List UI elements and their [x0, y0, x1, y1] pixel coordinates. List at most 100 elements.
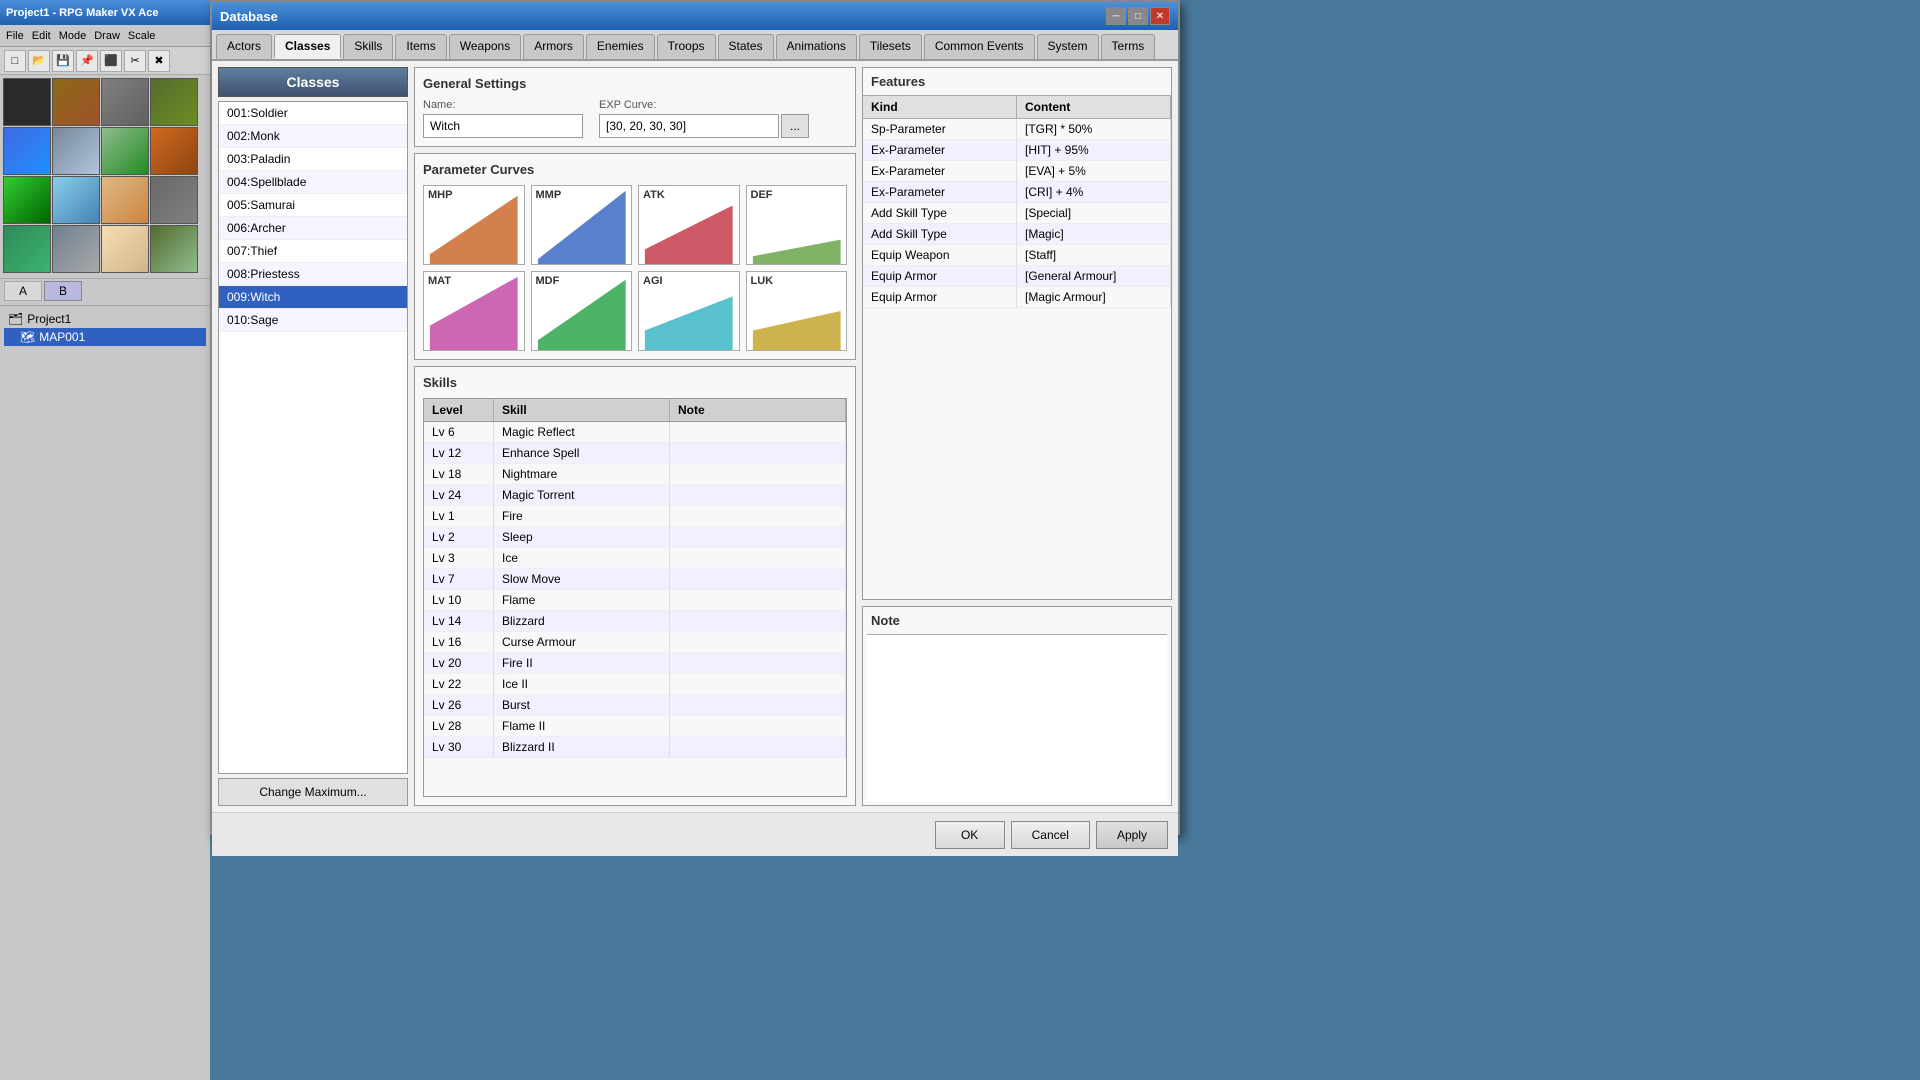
feature-kind-5: Add Skill Type: [863, 203, 1017, 223]
tab-items[interactable]: Items: [395, 34, 446, 59]
change-max-button[interactable]: Change Maximum...: [218, 778, 408, 806]
skill-row-15[interactable]: Lv 28 Flame II: [424, 716, 846, 737]
param-agi[interactable]: AGI: [638, 271, 740, 351]
skill-note-9: [670, 590, 846, 610]
note-content[interactable]: [867, 634, 1167, 801]
skill-row-14[interactable]: Lv 26 Burst: [424, 695, 846, 716]
skill-row-3[interactable]: Lv 18 Nightmare: [424, 464, 846, 485]
class-007[interactable]: 007:Thief: [219, 240, 407, 263]
feature-row-8[interactable]: Equip Armor [General Armour]: [863, 266, 1171, 287]
param-mat[interactable]: MAT: [423, 271, 525, 351]
tab-armors[interactable]: Armors: [523, 34, 584, 59]
toolbar-pin[interactable]: 📌: [76, 50, 98, 72]
tab-system[interactable]: System: [1037, 34, 1099, 59]
tab-enemies[interactable]: Enemies: [586, 34, 655, 59]
skill-row-12[interactable]: Lv 20 Fire II: [424, 653, 846, 674]
param-mdf[interactable]: MDF: [531, 271, 633, 351]
tab-weapons[interactable]: Weapons: [449, 34, 521, 59]
class-001[interactable]: 001:Soldier: [219, 102, 407, 125]
skill-row-6[interactable]: Lv 2 Sleep: [424, 527, 846, 548]
feature-row-3[interactable]: Ex-Parameter [EVA] + 5%: [863, 161, 1171, 182]
tab-animations[interactable]: Animations: [776, 34, 857, 59]
class-005[interactable]: 005:Samurai: [219, 194, 407, 217]
param-luk[interactable]: LUK: [746, 271, 848, 351]
project-map[interactable]: 🗺 MAP001: [4, 328, 206, 346]
tab-states[interactable]: States: [718, 34, 774, 59]
feature-row-5[interactable]: Add Skill Type [Special]: [863, 203, 1171, 224]
skill-name-12: Fire II: [494, 653, 670, 673]
tile-9: [3, 176, 51, 224]
class-008[interactable]: 008:Priestess: [219, 263, 407, 286]
skill-row-10[interactable]: Lv 14 Blizzard: [424, 611, 846, 632]
feature-content-7: [Staff]: [1017, 245, 1171, 265]
tab-skills[interactable]: Skills: [343, 34, 393, 59]
menu-file[interactable]: File: [6, 30, 24, 42]
toolbar-paste[interactable]: ✖: [148, 50, 170, 72]
cancel-button[interactable]: Cancel: [1011, 821, 1090, 849]
close-button[interactable]: ✕: [1150, 7, 1170, 25]
toolbar-new[interactable]: □: [4, 50, 26, 72]
class-009[interactable]: 009:Witch: [219, 286, 407, 309]
toolbar-save[interactable]: 💾: [52, 50, 74, 72]
classes-list[interactable]: 001:Soldier 002:Monk 003:Paladin 004:Spe…: [218, 101, 408, 774]
feature-row-9[interactable]: Equip Armor [Magic Armour]: [863, 287, 1171, 308]
minimize-button[interactable]: ─: [1106, 7, 1126, 25]
skill-row-13[interactable]: Lv 22 Ice II: [424, 674, 846, 695]
apply-button[interactable]: Apply: [1096, 821, 1168, 849]
class-006[interactable]: 006:Archer: [219, 217, 407, 240]
feature-row-2[interactable]: Ex-Parameter [HIT] + 95%: [863, 140, 1171, 161]
param-atk[interactable]: ATK: [638, 185, 740, 265]
menu-scale[interactable]: Scale: [128, 30, 156, 42]
class-010[interactable]: 010:Sage: [219, 309, 407, 332]
skill-row-1[interactable]: Lv 6 Magic Reflect: [424, 422, 846, 443]
feature-kind-4: Ex-Parameter: [863, 182, 1017, 202]
class-003[interactable]: 003:Paladin: [219, 148, 407, 171]
tab-actors[interactable]: Actors: [216, 34, 272, 59]
feature-row-1[interactable]: Sp-Parameter [TGR] * 50%: [863, 119, 1171, 140]
menu-draw[interactable]: Draw: [94, 30, 120, 42]
tab-tilesets[interactable]: Tilesets: [859, 34, 922, 59]
menu-mode[interactable]: Mode: [59, 30, 87, 42]
param-mmp[interactable]: MMP: [531, 185, 633, 265]
skill-row-2[interactable]: Lv 12 Enhance Spell: [424, 443, 846, 464]
skill-row-7[interactable]: Lv 3 Ice: [424, 548, 846, 569]
tab-a[interactable]: A: [4, 281, 42, 301]
skills-header-level: Level: [424, 399, 494, 421]
skill-note-2: [670, 443, 846, 463]
exp-input[interactable]: [599, 114, 779, 138]
tab-troops[interactable]: Troops: [657, 34, 716, 59]
ok-button[interactable]: OK: [935, 821, 1005, 849]
feature-row-7[interactable]: Equip Weapon [Staff]: [863, 245, 1171, 266]
skill-row-11[interactable]: Lv 16 Curse Armour: [424, 632, 846, 653]
skill-row-16[interactable]: Lv 30 Blizzard II: [424, 737, 846, 758]
class-002[interactable]: 002:Monk: [219, 125, 407, 148]
param-mdf-label: MDF: [536, 275, 560, 287]
feature-row-4[interactable]: Ex-Parameter [CRI] + 4%: [863, 182, 1171, 203]
skills-body[interactable]: Lv 6 Magic Reflect Lv 12 Enhance Spell L…: [424, 422, 846, 796]
skill-row-4[interactable]: Lv 24 Magic Torrent: [424, 485, 846, 506]
class-004[interactable]: 004:Spellblade: [219, 171, 407, 194]
skill-row-5[interactable]: Lv 1 Fire: [424, 506, 846, 527]
param-curves-grid: MHP MMP: [423, 185, 847, 351]
menu-edit[interactable]: Edit: [32, 30, 51, 42]
tab-terms[interactable]: Terms: [1101, 34, 1156, 59]
param-def[interactable]: DEF: [746, 185, 848, 265]
features-body[interactable]: Sp-Parameter [TGR] * 50% Ex-Parameter [H…: [863, 119, 1171, 599]
maximize-button[interactable]: □: [1128, 7, 1148, 25]
tab-b[interactable]: B: [44, 281, 82, 301]
tab-common-events[interactable]: Common Events: [924, 34, 1035, 59]
toolbar-copy[interactable]: ⬛: [100, 50, 122, 72]
toolbar-open[interactable]: 📂: [28, 50, 50, 72]
skill-row-9[interactable]: Lv 10 Flame: [424, 590, 846, 611]
toolbar-cut[interactable]: ✂: [124, 50, 146, 72]
name-input[interactable]: [423, 114, 583, 138]
project-name[interactable]: Project1: [27, 312, 71, 326]
exp-dots-button[interactable]: ...: [781, 114, 809, 138]
feature-content-6: [Magic]: [1017, 224, 1171, 244]
param-mhp[interactable]: MHP: [423, 185, 525, 265]
tab-classes[interactable]: Classes: [274, 34, 341, 59]
feature-row-6[interactable]: Add Skill Type [Magic]: [863, 224, 1171, 245]
skill-row-8[interactable]: Lv 7 Slow Move: [424, 569, 846, 590]
skill-level-13: Lv 22: [424, 674, 494, 694]
panel-title: Classes: [218, 67, 408, 97]
